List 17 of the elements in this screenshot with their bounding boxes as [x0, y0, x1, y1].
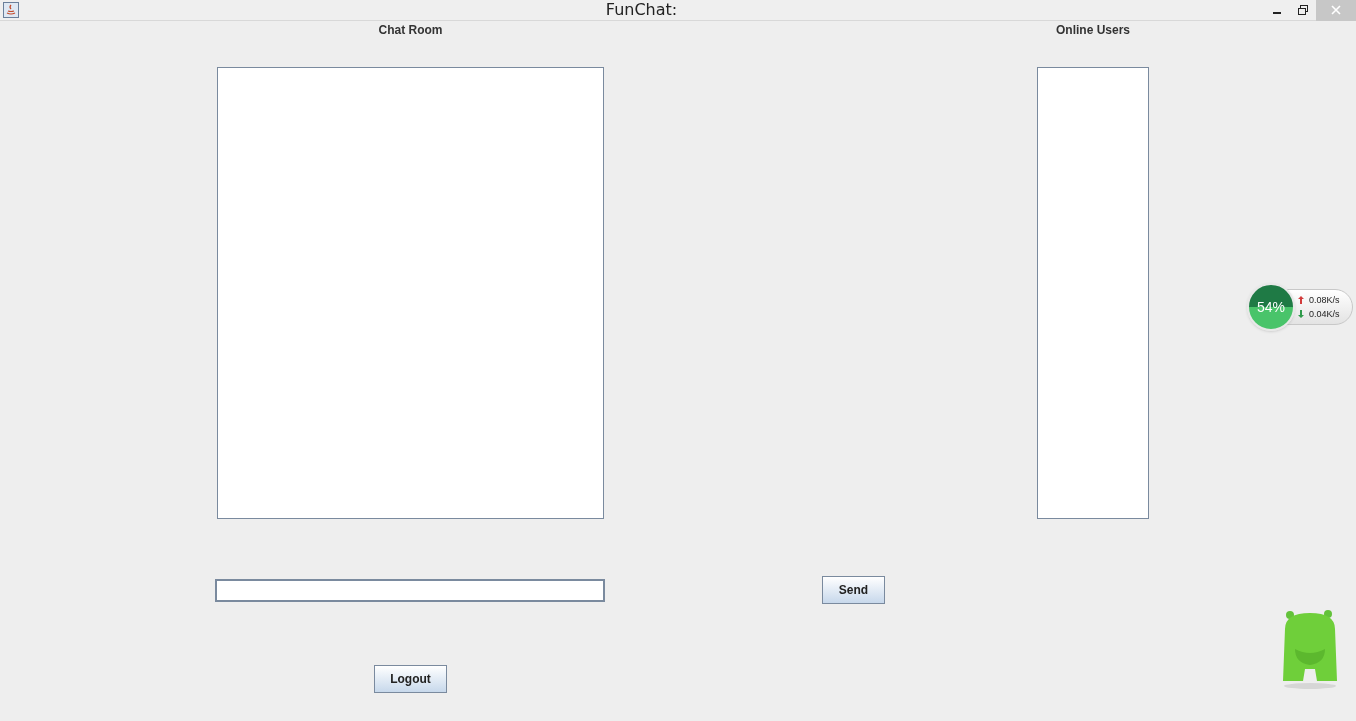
download-arrow-icon — [1298, 310, 1304, 318]
message-field[interactable] — [215, 578, 605, 602]
memory-gauge[interactable]: 54% — [1247, 283, 1295, 331]
send-button[interactable]: Send — [822, 576, 885, 604]
minimize-icon — [1273, 12, 1281, 14]
logout-button[interactable]: Logout — [374, 665, 447, 693]
app-icon — [3, 2, 19, 18]
window-title: FunChat: — [605, 2, 678, 18]
upload-speed: 0.08K/s — [1309, 294, 1340, 307]
online-users-list[interactable] — [1037, 67, 1149, 519]
close-icon — [1331, 5, 1341, 15]
upload-arrow-icon — [1298, 296, 1304, 304]
restore-icon — [1298, 5, 1308, 15]
memory-percent: 54% — [1257, 297, 1285, 317]
online-users-label: Online Users — [1056, 22, 1130, 39]
chat-room-label: Chat Room — [378, 22, 443, 39]
download-speed: 0.04K/s — [1309, 308, 1340, 321]
